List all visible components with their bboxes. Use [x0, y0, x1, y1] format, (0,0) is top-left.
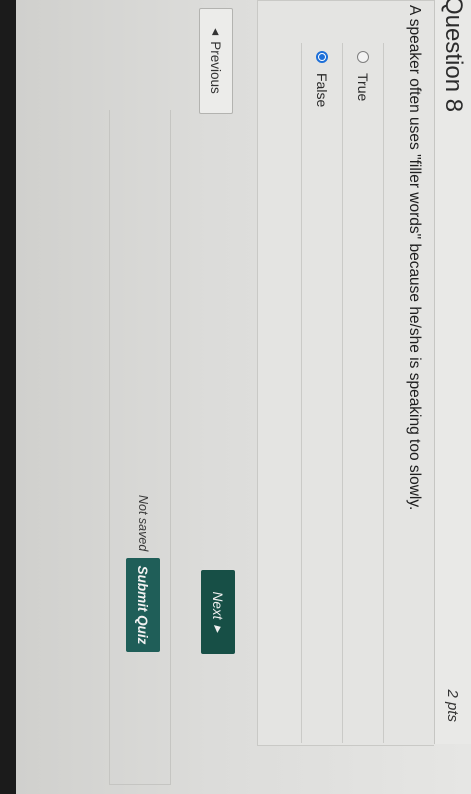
quiz-screen: Question 8 2 pts A speaker often uses "f…: [0, 0, 471, 794]
answer-label-false: False: [314, 73, 330, 108]
answer-label-true: True: [355, 73, 371, 102]
question-title: Question 8: [440, 0, 467, 113]
previous-label: Previous: [208, 41, 224, 94]
previous-button[interactable]: ◀ Previous: [199, 8, 233, 114]
chevron-left-icon: ◀: [211, 28, 222, 36]
chevron-right-icon: ▶: [213, 625, 224, 633]
submit-bar: Not saved Submit Quiz: [109, 110, 171, 785]
question-points: 2 pts: [444, 689, 462, 722]
radio-button-false[interactable]: [316, 51, 328, 63]
question-header: Question 8 2 pts: [434, 0, 471, 744]
next-button[interactable]: Next ▶: [201, 570, 235, 654]
answer-option-true[interactable]: True: [343, 43, 384, 743]
radio-button-true[interactable]: [357, 51, 369, 63]
question-navigation: ◀ Previous Next ▶: [189, 0, 261, 744]
question-body: A speaker often uses "filler words" beca…: [257, 0, 434, 746]
submit-quiz-button[interactable]: Submit Quiz: [126, 558, 160, 652]
question-text: A speaker often uses "filler words" beca…: [406, 5, 423, 511]
answer-list: True False: [301, 43, 384, 743]
answer-option-false[interactable]: False: [301, 43, 343, 743]
save-status: Not saved: [136, 495, 150, 552]
next-label: Next: [210, 591, 226, 620]
